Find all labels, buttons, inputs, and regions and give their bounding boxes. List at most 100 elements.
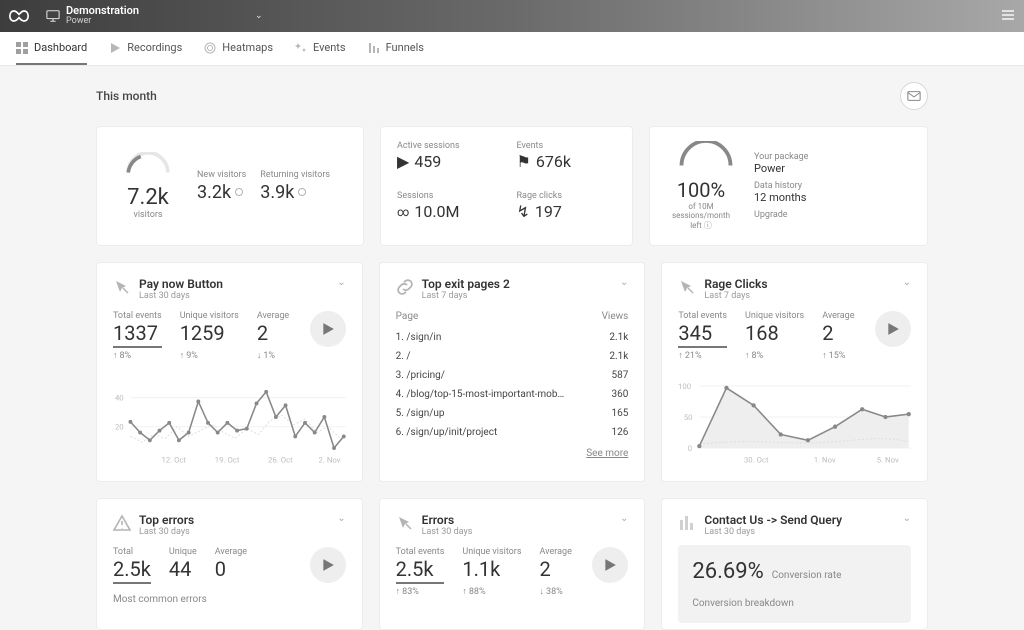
app-logo: [8, 5, 30, 27]
svg-text:0: 0: [688, 444, 692, 453]
widget-title: Top errors: [139, 513, 329, 527]
your-package-value: Power: [754, 162, 808, 175]
stat-average[interactable]: Average0: [215, 547, 247, 584]
stat-total-events[interactable]: Total events 1337 ↑8%: [113, 311, 162, 361]
play-solid-icon: ▶: [397, 152, 409, 171]
stat-unique-visitors[interactable]: Unique visitors1.1k↑88%: [462, 547, 521, 597]
widget-menu[interactable]: ⌄: [903, 513, 911, 524]
nav-label: Dashboard: [34, 41, 87, 54]
table-row[interactable]: 4. /blog/top-15-most-important-mobile-ap…: [396, 385, 629, 404]
upgrade-link[interactable]: Upgrade: [754, 210, 808, 220]
widget-menu[interactable]: ⌄: [337, 513, 345, 524]
sessions-card: Active sessions ▶459 Events ⚑676k Sessio…: [380, 126, 633, 246]
stat-unique-visitors[interactable]: Unique visitors 1259 ↑9%: [180, 311, 239, 361]
svg-text:5. Nov: 5. Nov: [877, 456, 899, 465]
widget-title: Contact Us -> Send Query: [704, 513, 894, 527]
arrow-up-icon: ↑: [113, 350, 118, 361]
widget-subtitle: Last 30 days: [422, 527, 612, 537]
nav-funnels[interactable]: Funnels: [368, 32, 424, 65]
svg-text:12. Oct: 12. Oct: [161, 456, 186, 465]
funnel-icon: [368, 42, 380, 54]
nav-events[interactable]: Events: [295, 32, 346, 65]
returning-visitors-value: 3.9k: [260, 182, 294, 203]
arrow-up-icon: ↑: [396, 586, 401, 597]
play-icon: [109, 42, 121, 54]
most-common-errors-label: Most common errors: [113, 594, 346, 605]
info-icon[interactable]: [235, 188, 243, 196]
your-package-label: Your package: [754, 152, 808, 162]
widget-title: Pay now Button: [139, 277, 329, 291]
rage-chart: 100500 30. Oct1. Nov5. Nov: [678, 367, 911, 467]
table-row[interactable]: 1. /sign/in2.1k: [396, 328, 629, 347]
returning-visitors-label: Returning visitors: [260, 170, 330, 180]
nav-dashboard[interactable]: Dashboard: [16, 32, 87, 65]
stat-total[interactable]: Total2.5k: [113, 547, 151, 584]
page-path: 4. /blog/top-15-most-important-mobile-ap…: [396, 389, 566, 400]
views-value: 2.1k: [609, 332, 628, 343]
stat-average[interactable]: Average 2 ↑15%: [822, 311, 854, 361]
svg-text:2. Nov: 2. Nov: [319, 456, 341, 465]
visitors-card: 7.2k visitors New visitors 3.2k Returnin…: [96, 126, 364, 246]
page-path: 3. /pricing/: [396, 370, 445, 381]
widget-menu[interactable]: ⌄: [903, 277, 911, 288]
stat-unique[interactable]: Unique44: [169, 547, 197, 584]
rage-clicks-card: Rage Clicks Last 7 days ⌄ Total events 3…: [661, 262, 928, 482]
link-icon: [396, 278, 414, 296]
stat-average[interactable]: Average2↓38%: [540, 547, 572, 597]
see-more-link[interactable]: See more: [396, 448, 629, 459]
nav-recordings[interactable]: Recordings: [109, 32, 182, 65]
paynow-chart: 4020 12. Oct19. Oct26. Oct2. Nov: [113, 367, 346, 467]
cursor-click-icon: [396, 514, 414, 532]
page-path: 5. /sign/up: [396, 408, 445, 419]
views-value: 587: [611, 370, 628, 381]
play-recordings-button[interactable]: [310, 311, 346, 347]
arrow-up-icon: ↑: [745, 350, 750, 361]
play-recordings-button[interactable]: [592, 547, 628, 583]
arrow-down-icon: ↓: [540, 586, 545, 597]
views-value: 126: [611, 427, 628, 438]
svg-text:100: 100: [678, 382, 691, 391]
play-recordings-button[interactable]: [310, 547, 346, 583]
menu-button[interactable]: [1000, 7, 1016, 26]
arrow-up-icon: ↑: [462, 586, 467, 597]
stat-average[interactable]: Average 2 ↓1%: [257, 311, 289, 361]
sessions-label: Sessions: [397, 191, 497, 201]
widget-menu[interactable]: ⌄: [337, 277, 345, 288]
info-icon[interactable]: [298, 188, 306, 196]
col-page: Page: [396, 311, 419, 322]
widget-subtitle: Last 7 days: [422, 291, 612, 301]
info-icon[interactable]: ⓘ: [704, 221, 712, 230]
top-errors-card: Top errors Last 30 days ⌄ Total2.5k Uniq…: [96, 498, 363, 630]
svg-text:19. Oct: 19. Oct: [215, 456, 240, 465]
arrow-up-icon: ↑: [180, 350, 185, 361]
usage-sub: of 10M sessions/month left: [672, 202, 730, 230]
nav-label: Funnels: [386, 41, 424, 54]
play-recordings-button[interactable]: [875, 311, 911, 347]
usage-value: 100%: [666, 178, 736, 202]
sparkle-icon: [295, 42, 307, 54]
col-views: Views: [602, 311, 629, 322]
cursor-click-icon: [678, 278, 696, 296]
table-row[interactable]: 5. /sign/up 165: [396, 404, 629, 423]
chevron-down-icon: ⌄: [255, 11, 263, 21]
widget-title: Rage Clicks: [704, 277, 894, 291]
widget-menu[interactable]: ⌄: [620, 513, 628, 524]
table-row[interactable]: 2. /2.1k: [396, 347, 629, 366]
heatmap-icon: [204, 42, 216, 54]
table-row[interactable]: 6. /sign/up/init/project126: [396, 423, 629, 442]
stat-total-events[interactable]: Total events 345 ↑21%: [678, 311, 727, 361]
views-value: 165: [611, 408, 628, 419]
flag-icon: ⚑: [517, 152, 531, 171]
email-report-button[interactable]: [900, 82, 928, 110]
sessions-value: 10.0M: [414, 202, 459, 221]
table-row[interactable]: 3. /pricing/587: [396, 366, 629, 385]
workspace-switcher[interactable]: Demonstration Power ⌄: [40, 3, 269, 29]
svg-text:40: 40: [115, 394, 124, 403]
stat-total-events[interactable]: Total events2.5k↑83%: [396, 547, 445, 597]
stat-unique-visitors[interactable]: Unique visitors 168 ↑8%: [745, 311, 804, 361]
arrow-up-icon: ↑: [678, 350, 683, 361]
workspace-subtitle: Power: [66, 17, 139, 27]
widget-menu[interactable]: ⌄: [620, 277, 628, 288]
nav-heatmaps[interactable]: Heatmaps: [204, 32, 273, 65]
widget-title: Errors: [422, 513, 612, 527]
